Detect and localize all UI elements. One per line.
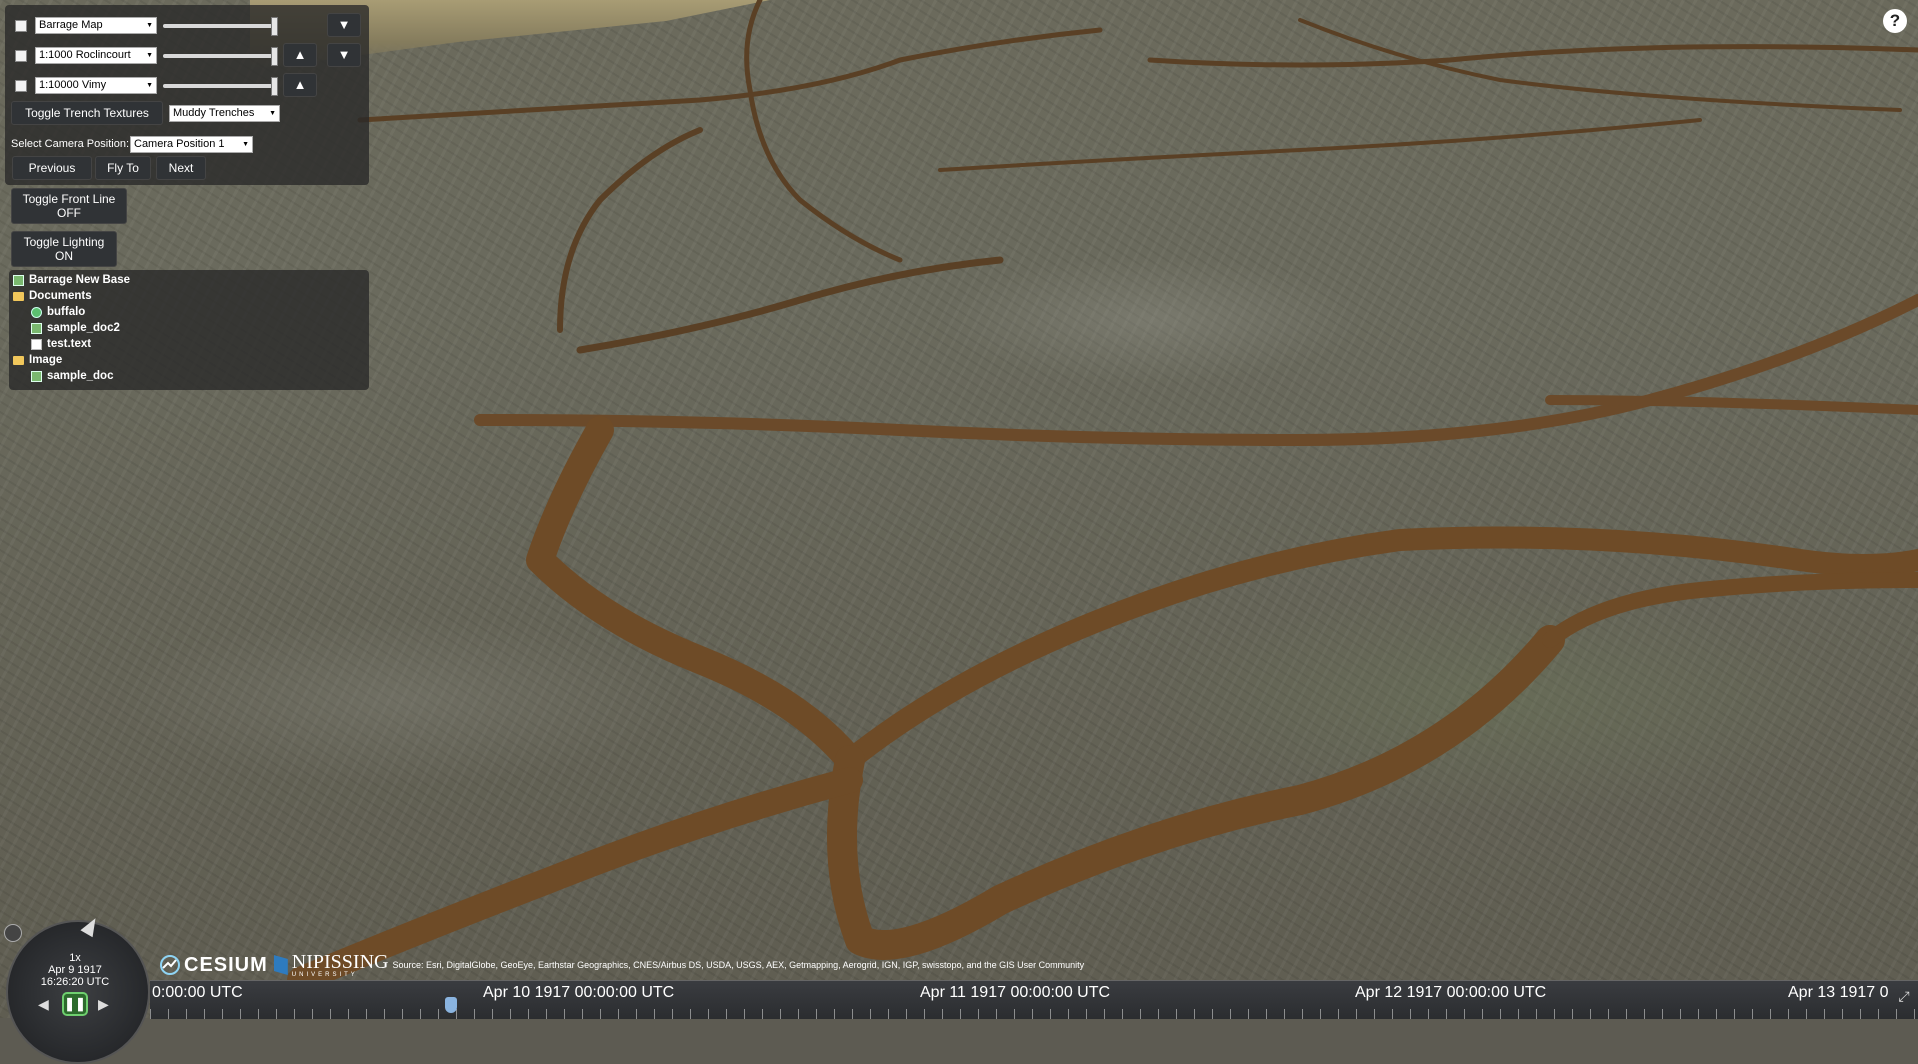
layer-icon xyxy=(31,370,42,382)
timeline-label: 0:00:00 UTC xyxy=(152,984,243,1001)
trench-near-5 xyxy=(1542,572,1918,648)
cesium-logo-text: CESIUM xyxy=(184,953,268,976)
play-reverse-button[interactable]: ◀ xyxy=(38,996,49,1013)
cesium-logo-icon xyxy=(160,955,180,975)
tree-item-sample-doc[interactable]: sample_doc xyxy=(31,370,113,382)
tree-item-label: Barrage New Base xyxy=(29,274,130,286)
document-icon xyxy=(31,338,42,350)
trench-far-2 xyxy=(744,0,903,263)
toggle-trench-textures-button[interactable]: Toggle Trench Textures xyxy=(11,101,163,125)
layer-opacity-slider[interactable] xyxy=(163,76,278,96)
animation-widget: 1x Apr 9 1917 16:26:20 UTC ◀ ❚❚ ▶ xyxy=(0,914,150,1064)
trench-far-3 xyxy=(557,127,703,333)
nipissing-logo-subtext: UNIVERSITY xyxy=(291,972,358,978)
animation-speed: 1x xyxy=(69,952,81,964)
layer-icon xyxy=(31,322,42,334)
tree-item-label: Documents xyxy=(29,290,92,302)
trench-near-2 xyxy=(839,526,1918,771)
timeline-label: Apr 11 1917 00:00:00 UTC xyxy=(920,984,1111,1001)
realtime-clock-icon[interactable] xyxy=(4,924,22,942)
tree-item-documents[interactable]: Documents xyxy=(13,290,92,302)
globe-icon xyxy=(31,306,42,318)
animation-date: Apr 9 1917 xyxy=(48,964,102,976)
nipissing-logo: NIPISSING UNIVERSITY xyxy=(292,952,389,978)
nipissing-logo-icon xyxy=(273,955,288,975)
tree-item-sample-doc2[interactable]: sample_doc2 xyxy=(31,322,120,334)
layer-visibility-checkbox[interactable] xyxy=(15,49,27,62)
layer-row-roclincourt: 1:1000 Roclincourt xyxy=(5,46,278,66)
animation-time: 16:26:20 UTC xyxy=(40,976,110,988)
nipissing-logo-text: NIPISSING xyxy=(291,951,389,973)
front-line-label: Toggle Front Line xyxy=(22,192,116,206)
previous-button[interactable]: Previous xyxy=(12,156,92,180)
front-line-state: OFF xyxy=(57,206,81,220)
toggle-front-line-button[interactable]: Toggle Front Line OFF xyxy=(11,188,127,224)
animation-readout: 1x Apr 9 1917 16:26:20 UTC xyxy=(0,952,150,988)
pause-button[interactable]: ❚❚ xyxy=(62,992,88,1016)
timeline[interactable]: 0:00:00 UTC Apr 10 1917 00:00:00 UTC Apr… xyxy=(150,980,1918,1019)
trench-far-1 xyxy=(357,27,1103,123)
toggle-lighting-button[interactable]: Toggle Lighting ON xyxy=(11,231,117,267)
layer-up-button[interactable]: ▲ xyxy=(283,43,317,67)
fly-to-button[interactable]: Fly To xyxy=(95,156,151,180)
tree-item-image[interactable]: Image xyxy=(13,354,62,366)
tree-item-label: Image xyxy=(29,354,63,366)
folder-icon xyxy=(13,355,24,365)
slider-thumb[interactable] xyxy=(271,76,278,96)
layer-row-vimy: 1:10000 Vimy xyxy=(5,76,278,96)
imagery-source-credit[interactable]: Source: Esri, DigitalGlobe, GeoEye, Eart… xyxy=(392,960,1084,970)
tree-item-label: sample_doc xyxy=(47,370,114,382)
trench-far-4 xyxy=(1147,44,1918,68)
layer-down-button[interactable]: ▼ xyxy=(327,43,361,67)
tree-item-label: test.text xyxy=(47,338,92,350)
tree-item-label: buffalo xyxy=(47,306,86,318)
slider-thumb[interactable] xyxy=(271,16,278,36)
trench-mid-2 xyxy=(576,256,1004,354)
tree-item-buffalo[interactable]: buffalo xyxy=(31,306,85,318)
layer-select[interactable]: 1:1000 Roclincourt xyxy=(35,47,157,64)
next-button[interactable]: Next xyxy=(156,156,206,180)
layer-visibility-checkbox[interactable] xyxy=(15,79,27,92)
layer-opacity-slider[interactable] xyxy=(163,16,278,36)
layer-select[interactable]: 1:10000 Vimy xyxy=(35,77,157,94)
layer-up-button[interactable]: ▲ xyxy=(283,73,317,97)
timeline-label: Apr 13 1917 0 xyxy=(1788,984,1889,1001)
tree-item-label: sample_doc2 xyxy=(47,322,120,334)
camera-position-select[interactable]: Camera Position 1 xyxy=(130,136,253,153)
tree-item-test-text[interactable]: test.text xyxy=(31,338,91,350)
layer-opacity-slider[interactable] xyxy=(163,46,278,66)
play-forward-button[interactable]: ▶ xyxy=(98,996,109,1013)
texture-select[interactable]: Muddy Trenches xyxy=(169,105,280,122)
camera-position-label: Select Camera Position: xyxy=(11,138,129,150)
trench-near-1 xyxy=(526,416,864,774)
timeline-label: Apr 10 1917 00:00:00 UTC xyxy=(483,984,675,1001)
slider-thumb[interactable] xyxy=(271,46,278,66)
trench-mid-1 xyxy=(474,294,1918,446)
folder-icon xyxy=(13,291,24,301)
lighting-label: Toggle Lighting xyxy=(23,235,105,249)
layer-down-button[interactable]: ▼ xyxy=(327,13,361,37)
trench-far-5 xyxy=(938,118,1702,172)
timeline-label: Apr 12 1917 00:00:00 UTC xyxy=(1355,984,1547,1001)
layer-select[interactable]: Barrage Map xyxy=(35,17,157,34)
layer-toolbar: Barrage Map ▼ 1:1000 Roclincourt ▲ ▼ 1:1… xyxy=(5,5,369,185)
fullscreen-button[interactable]: ⤢ xyxy=(1894,988,1914,1014)
tree-item-barrage-new-base[interactable]: Barrage New Base xyxy=(13,274,130,286)
credit-bar: CESIUM NIPISSING UNIVERSITY Source: Esri… xyxy=(160,950,1084,980)
layer-icon xyxy=(13,274,24,286)
layer-visibility-checkbox[interactable] xyxy=(15,19,27,32)
timeline-needle-icon[interactable] xyxy=(445,997,457,1013)
layer-row-barrage-map: Barrage Map xyxy=(5,16,278,36)
help-button[interactable]: ? xyxy=(1883,9,1907,33)
layer-tree: Barrage New Base Documents buffalo sampl… xyxy=(9,270,369,390)
lighting-state: ON xyxy=(55,249,73,263)
